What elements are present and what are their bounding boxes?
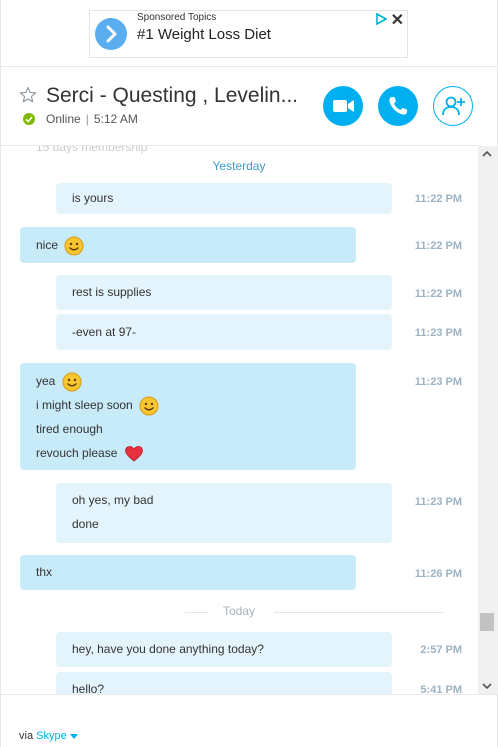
day-label: Yesterday (212, 159, 266, 173)
message-bubble-out[interactable]: rest is supplies (56, 275, 392, 310)
message-bubble-in[interactable]: thx (20, 555, 356, 590)
status-label: Online (46, 112, 81, 126)
message-text: is yours (72, 191, 114, 205)
caret-down-icon[interactable] (69, 733, 78, 739)
day-label: Today (222, 604, 256, 618)
local-time: 5:12 AM (93, 112, 138, 126)
message-bubble-in[interactable]: yea i might sleep soon tired enough revo… (20, 363, 356, 470)
video-call-button[interactable] (323, 86, 363, 126)
message-timestamp: 11:22 PM (414, 193, 462, 205)
online-check-icon (23, 113, 35, 125)
conversation-pane[interactable]: 15 days membership Yesterday is yours 11… (1, 146, 477, 694)
ad-title[interactable]: #1 Weight Loss Diet (137, 26, 271, 43)
divider (1, 66, 498, 67)
message-timestamp: 11:23 PM (414, 496, 462, 508)
message-text: oh yes, my bad (72, 493, 154, 507)
message-timestamp: 2:57 PM (420, 644, 462, 656)
message-bubble-out[interactable]: hello? (56, 672, 392, 694)
chat-title[interactable]: Serci - Questing , Levelin... (46, 84, 296, 108)
adchoices-icon[interactable] (375, 13, 387, 25)
via-label: via (19, 730, 34, 742)
smiley-icon (139, 396, 159, 416)
message-timestamp: 11:23 PM (414, 327, 462, 339)
presence-status: Online | 5:12 AM (46, 112, 138, 126)
message-bubble-out[interactable]: -even at 97- (56, 314, 392, 350)
day-divider-yesterday: Yesterday (1, 159, 477, 175)
smiley-icon (64, 236, 84, 256)
message-text: hello? (72, 682, 105, 694)
ad-sponsor-label: Sponsored Topics (137, 12, 217, 23)
skype-chat-window: Sponsored Topics #1 Weight Loss Diet ✕ S… (0, 0, 498, 747)
message-text: yea (36, 374, 56, 388)
audio-call-button[interactable] (378, 86, 418, 126)
scroll-down-icon[interactable] (482, 682, 492, 690)
sponsored-ad[interactable]: Sponsored Topics #1 Weight Loss Diet ✕ (89, 10, 408, 58)
message-text: nice (36, 238, 59, 252)
skype-link[interactable]: Skype (36, 730, 67, 742)
video-call-icon (333, 100, 354, 112)
phone-icon (389, 97, 407, 115)
message-bubble-out[interactable]: hey, have you done anything today? (56, 632, 392, 667)
add-contact-icon (442, 96, 465, 116)
message-text: i might sleep soon (36, 398, 133, 412)
message-bubble-in[interactable]: nice (20, 227, 356, 263)
message-timestamp: 11:23 PM (414, 376, 462, 388)
message-text: -even at 97- (72, 325, 137, 339)
star-icon[interactable] (19, 86, 37, 104)
close-icon[interactable]: ✕ (391, 10, 404, 30)
scroll-up-icon[interactable] (482, 150, 492, 158)
message-timestamp: 11:22 PM (414, 240, 462, 252)
day-divider-today: Today (1, 604, 477, 620)
message-text: thx (36, 565, 53, 579)
conversation-scrollbar[interactable] (478, 146, 498, 694)
message-text: done (72, 517, 99, 531)
message-timestamp: 11:26 PM (414, 568, 462, 580)
message-text: revouch please (36, 446, 118, 460)
heart-icon (124, 445, 143, 462)
faded-message-text: 15 days membership (36, 146, 148, 154)
chevron-right-icon[interactable] (95, 18, 127, 50)
message-bubble-out[interactable]: is yours (56, 183, 392, 214)
scrollbar-thumb[interactable] (480, 613, 494, 631)
message-bubble-out[interactable]: oh yes, my bad done (56, 483, 392, 543)
message-timestamp: 5:41 PM (420, 684, 462, 694)
message-text: tired enough (36, 422, 103, 436)
via-skype[interactable]: via Skype (19, 730, 78, 742)
divider (1, 694, 498, 695)
message-timestamp: 11:22 PM (414, 288, 462, 300)
smiley-icon (62, 372, 82, 392)
message-text: rest is supplies (72, 285, 152, 299)
message-text: hey, have you done anything today? (72, 642, 264, 656)
add-contact-button[interactable] (433, 86, 473, 126)
